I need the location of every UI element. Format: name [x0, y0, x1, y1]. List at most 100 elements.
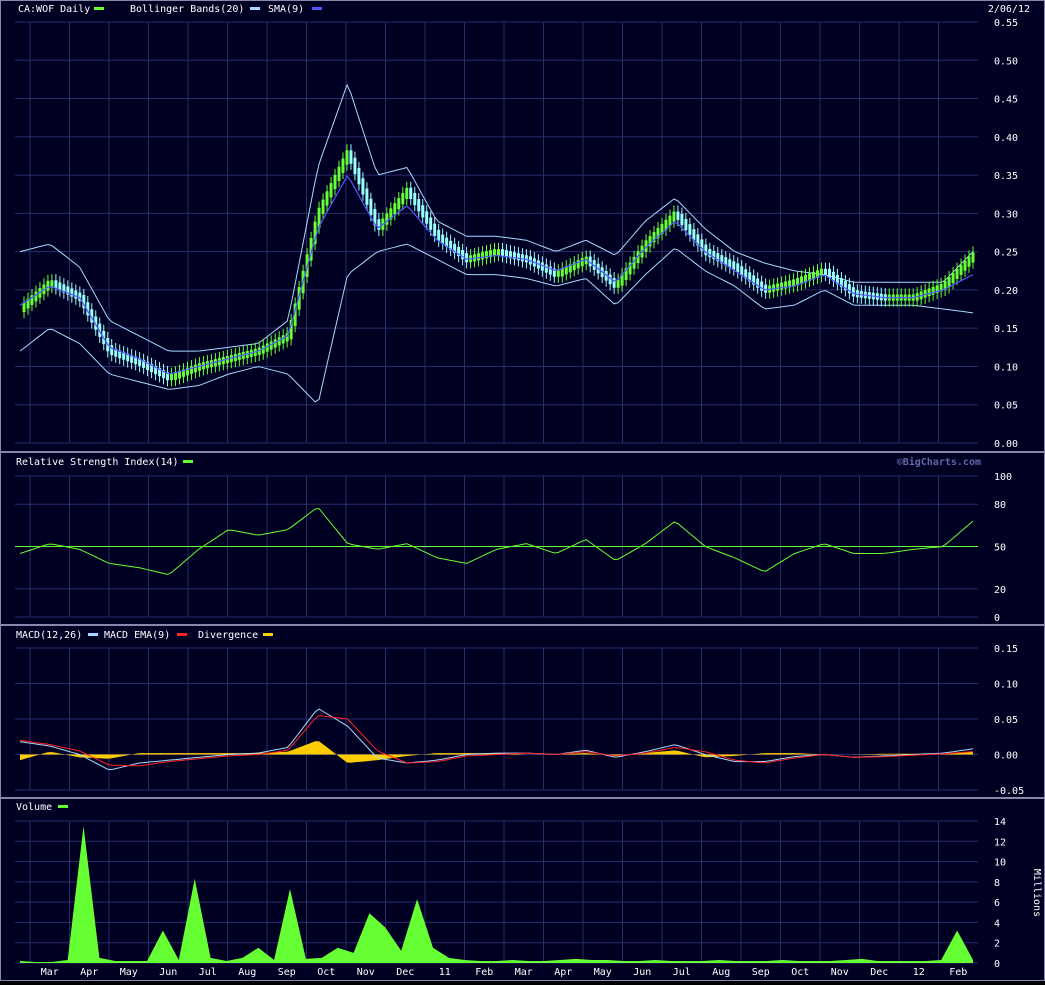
price-bar-body [429, 217, 433, 230]
price-bar-body [971, 252, 975, 263]
price-bar-body [46, 280, 50, 291]
price-y-tick: 0.40 [994, 133, 1018, 144]
x-tick-label: Mar [41, 967, 59, 978]
rsi-y-tick: 0 [994, 613, 1000, 624]
price-bar-body [544, 264, 548, 273]
volume-y-tick: 14 [994, 817, 1006, 828]
price-bar-body [401, 192, 405, 205]
volume-y-tick: 6 [994, 898, 1000, 909]
volume-unit-label: Millions [1031, 869, 1042, 917]
price-bar-body [174, 372, 178, 380]
price-bar-body [54, 280, 58, 289]
price-bar-body [556, 270, 560, 277]
bollinger-legend-swatch [250, 7, 260, 10]
macd-ema-legend: MACD EMA(9) [104, 630, 170, 641]
price-bar-body [520, 254, 524, 262]
price-bar-body [963, 260, 967, 271]
price-bar-body [421, 205, 425, 218]
price-bar-body [927, 288, 931, 297]
watermark: ©BigCharts.com [897, 456, 981, 468]
macd-legend-swatch [88, 633, 98, 636]
price-bar-body [397, 198, 401, 210]
sma-legend-swatch [312, 7, 322, 10]
price-y-tick: 0.55 [994, 18, 1018, 29]
price-bar-body [357, 167, 361, 185]
price-bar-body [481, 252, 485, 260]
price-bar-body [393, 203, 397, 215]
x-tick-label: 11 [439, 967, 451, 978]
price-bar-body [34, 291, 38, 302]
macd-y-tick: -0.05 [994, 786, 1024, 797]
price-y-tick: 0.15 [994, 324, 1018, 335]
price-bar-body [465, 253, 469, 263]
volume-y-tick: 0 [994, 959, 1000, 970]
price-bar-body [688, 224, 692, 236]
volume-legend-swatch [58, 805, 68, 808]
volume-y-tick: 4 [994, 918, 1000, 929]
x-tick-label: Feb [949, 967, 967, 978]
price-bar-body [560, 268, 564, 277]
price-bar-body [321, 199, 325, 214]
price-bar-body [764, 284, 768, 293]
price-bar-body [413, 192, 417, 206]
x-tick-label: Aug [712, 967, 730, 978]
price-bar-body [333, 174, 337, 190]
x-tick-label: Sep [752, 967, 770, 978]
price-bar-body [193, 364, 197, 373]
price-bar-body [369, 198, 373, 216]
price-y-tick: 0.00 [994, 439, 1018, 450]
volume-y-tick: 2 [994, 939, 1000, 950]
price-bar-body [477, 253, 481, 261]
bigcharts-stock-chart: Mar Apr May Jun Jul Aug Sep Oct Nov Dec 11 Feb Mar Ap… [0, 0, 1045, 981]
x-tick-label: Apr [80, 967, 98, 978]
x-tick-label: Nov [831, 967, 849, 978]
price-bar-body [851, 287, 855, 297]
x-tick-label: Nov [357, 967, 375, 978]
price-y-tick: 0.20 [994, 286, 1018, 297]
price-y-tick: 0.30 [994, 209, 1018, 220]
volume-legend: Volume [16, 802, 52, 813]
divergence-legend-swatch [263, 633, 273, 636]
chart-background [0, 0, 1045, 981]
price-bar-body [580, 258, 584, 267]
x-tick-label: Sep [278, 967, 296, 978]
price-bar-body [361, 178, 365, 195]
price-bar-body [50, 280, 54, 287]
price-bar-body [776, 283, 780, 291]
macd-y-tick: 0.05 [994, 715, 1018, 726]
price-bar-body [433, 223, 437, 236]
price-bar-body [425, 211, 429, 224]
price-bar-body [959, 264, 963, 275]
rsi-y-tick: 50 [994, 543, 1006, 554]
x-tick-label: Jun [159, 967, 177, 978]
price-bar-body [736, 263, 740, 273]
price-y-tick: 0.25 [994, 248, 1018, 259]
price-bar-body [341, 158, 345, 173]
price-bar-body [325, 191, 329, 206]
x-tick-label: Mar [515, 967, 533, 978]
price-bar-body [409, 187, 413, 200]
macd-ema-legend-swatch [177, 633, 187, 636]
price-bar-body [337, 166, 341, 182]
price-bar-body [676, 211, 680, 220]
macd-y-tick: 0.10 [994, 680, 1018, 691]
price-bar-body [417, 199, 421, 212]
divergence-legend: Divergence [198, 630, 258, 641]
price-y-tick: 0.35 [994, 171, 1018, 182]
price-bar-body [345, 150, 349, 165]
price-bar-body [612, 278, 616, 288]
price-bar-body [931, 286, 935, 295]
price-bar-body [680, 213, 684, 226]
chart-svg: Mar Apr May Jun Jul Aug Sep Oct Nov Dec 11 Feb Mar Ap… [0, 0, 1045, 981]
macd-legend: MACD(12,26) [16, 630, 82, 641]
x-tick-label: Oct [317, 967, 335, 978]
x-tick-label: Jun [633, 967, 651, 978]
date-label: 2/06/12 [988, 4, 1030, 15]
price-bar-body [496, 249, 500, 256]
price-bar-body [732, 261, 736, 270]
x-tick-label: Oct [791, 967, 809, 978]
macd-y-tick: 0.15 [994, 644, 1018, 655]
x-tick-label: Feb [475, 967, 493, 978]
x-tick-label: Dec [396, 967, 414, 978]
price-bar-body [365, 188, 369, 205]
